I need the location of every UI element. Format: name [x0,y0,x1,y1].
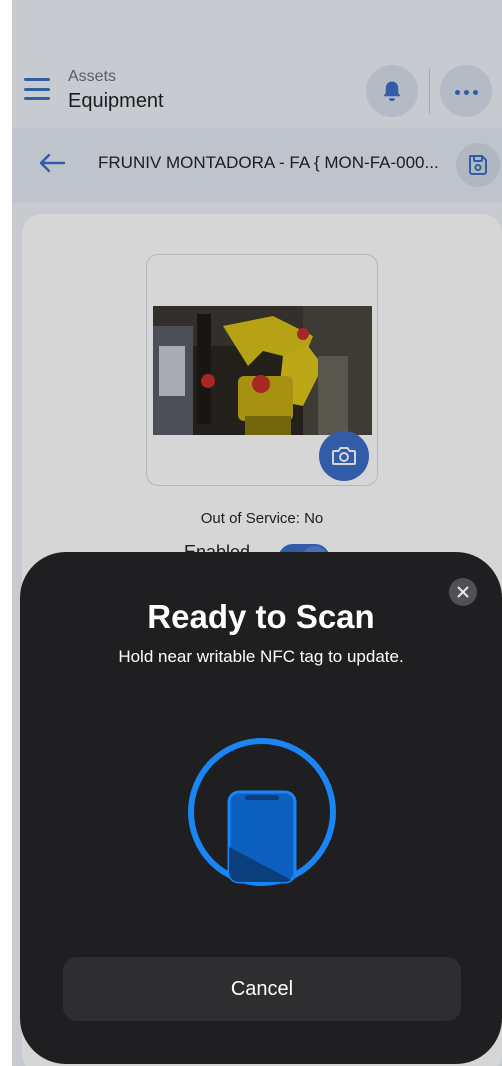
close-icon [457,586,469,598]
app-screen: Assets Equipment FRUNIV MONTADORA - FA {… [12,0,502,1066]
phone-nfc-icon [188,738,336,886]
sheet-title: Ready to Scan [147,598,375,635]
cancel-label: Cancel [230,977,294,1000]
nfc-scan-sheet: Ready to Scan Hold near writable NFC tag… [20,552,502,1064]
sheet-message: Hold near writable NFC tag to update. [118,647,404,666]
cancel-button[interactable]: Cancel [63,957,461,1021]
